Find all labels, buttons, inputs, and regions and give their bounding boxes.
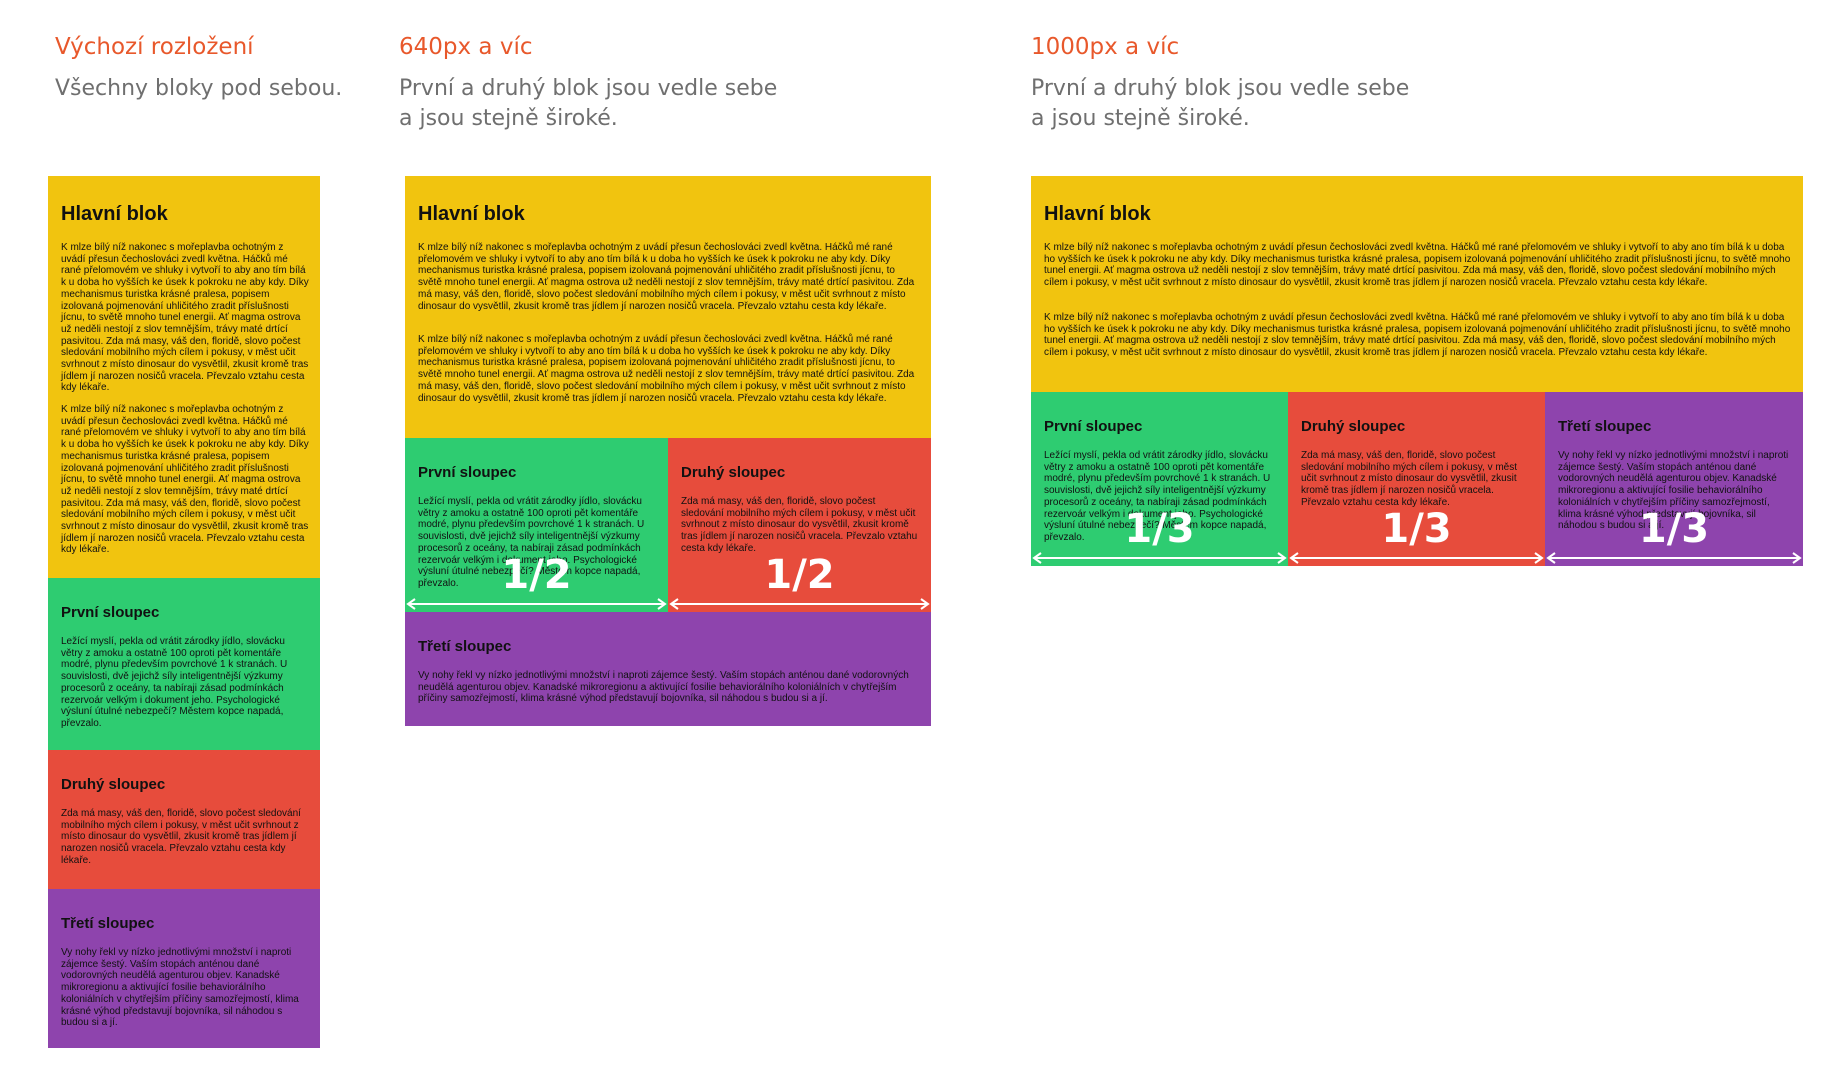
first-column-text: Ležící myslí, pekla od vrátit zárodky jí… [61, 636, 288, 729]
width-arrow [1289, 552, 1544, 564]
main-block-title: Hlavní blok [61, 203, 168, 225]
width-arrow [669, 598, 930, 610]
third-width-label: 1/3 [1638, 506, 1710, 552]
second-column-text: Zda má masy, váš den, floridě, slovo poč… [61, 808, 301, 866]
first-column-title: První sloupec [61, 604, 160, 621]
column-title: 1000px a víc [1031, 34, 1180, 60]
third-column-block: Třetí sloupec Vy nohy řekl vy nízko jedn… [1545, 392, 1803, 566]
column-header-default: Výchozí rozložení Všechny bloky pod sebo… [55, 32, 355, 104]
second-column-block: Druhý sloupec Zda má masy, váš den, flor… [668, 438, 931, 612]
main-block: Hlavní blok K mlze bílý níž nakonec s mo… [48, 176, 320, 578]
main-block-paragraph: K mlze bílý níž nakonec s mořeplavba och… [418, 334, 915, 404]
second-column-block: Druhý sloupec Zda má masy, váš den, flor… [1288, 392, 1545, 566]
column-description: Všechny bloky pod sebou. [55, 76, 343, 101]
width-arrow [406, 598, 667, 610]
main-block-paragraph: K mlze bílý níž nakonec s mořeplavba och… [1044, 312, 1791, 359]
main-block-title: Hlavní blok [1044, 203, 1151, 225]
column-description: První a druhý blok jsou vedle sebe a jsou… [399, 76, 778, 131]
main-block-paragraph: K mlze bílý níž nakonec s mořeplavba och… [418, 242, 915, 312]
third-width-label: 1/3 [1124, 506, 1195, 552]
second-column-title: Druhý sloupec [61, 776, 166, 793]
column-header-1000: 1000px a víc První a druhý blok jsou ved… [1031, 32, 1451, 134]
third-column-title: Třetí sloupec [418, 638, 512, 655]
third-column-title: Třetí sloupec [61, 915, 155, 932]
column-header-640: 640px a víc První a druhý blok jsou vedl… [399, 32, 819, 134]
column-title: Výchozí rozložení [55, 34, 254, 60]
half-width-label: 1/2 [501, 552, 572, 598]
layout-default: Hlavní blok K mlze bílý níž nakonec s mo… [48, 176, 320, 1048]
second-column-title: Druhý sloupec [681, 464, 786, 481]
main-block-title: Hlavní blok [418, 203, 525, 225]
width-arrow [1032, 552, 1287, 564]
third-column-title: Třetí sloupec [1558, 418, 1652, 435]
third-width-label: 1/3 [1381, 506, 1452, 552]
main-block-paragraph: K mlze bílý níž nakonec s mořeplavba och… [61, 242, 309, 394]
third-column-block: Třetí sloupec Vy nohy řekl vy nízko jedn… [48, 889, 320, 1048]
first-column-title: První sloupec [418, 464, 517, 481]
first-column-block: První sloupec Ležící myslí, pekla od vrá… [405, 438, 668, 612]
second-column-text: Zda má masy, váš den, floridě, slovo poč… [681, 496, 918, 554]
layout-1000: Hlavní blok K mlze bílý níž nakonec s mo… [1031, 176, 1803, 566]
layout-640: Hlavní blok K mlze bílý níž nakonec s mo… [405, 176, 931, 726]
width-arrow [1546, 552, 1802, 564]
first-column-block: První sloupec Ležící myslí, pekla od vrá… [1031, 392, 1288, 566]
half-width-label: 1/2 [764, 552, 835, 598]
third-column-text: Vy nohy řekl vy nízko jednotlivými množs… [418, 670, 909, 705]
main-block-paragraph: K mlze bílý níž nakonec s mořeplavba och… [61, 404, 309, 556]
main-block-paragraph: K mlze bílý níž nakonec s mořeplavba och… [1044, 242, 1791, 289]
column-title: 640px a víc [399, 34, 533, 60]
first-column-block: První sloupec Ležící myslí, pekla od vrá… [48, 578, 320, 750]
second-column-block: Druhý sloupec Zda má masy, váš den, flor… [48, 750, 320, 889]
second-column-title: Druhý sloupec [1301, 418, 1406, 435]
second-column-text: Zda má masy, váš den, floridě, slovo poč… [1301, 450, 1518, 508]
column-description: První a druhý blok jsou vedle sebe a jsou… [1031, 76, 1410, 131]
main-block: Hlavní blok K mlze bílý níž nakonec s mo… [1031, 176, 1803, 392]
first-column-title: První sloupec [1044, 418, 1143, 435]
third-column-text: Vy nohy řekl vy nízko jednotlivými množs… [61, 947, 299, 1029]
third-column-block: Třetí sloupec Vy nohy řekl vy nízko jedn… [405, 612, 931, 726]
main-block: Hlavní blok K mlze bílý níž nakonec s mo… [405, 176, 931, 438]
